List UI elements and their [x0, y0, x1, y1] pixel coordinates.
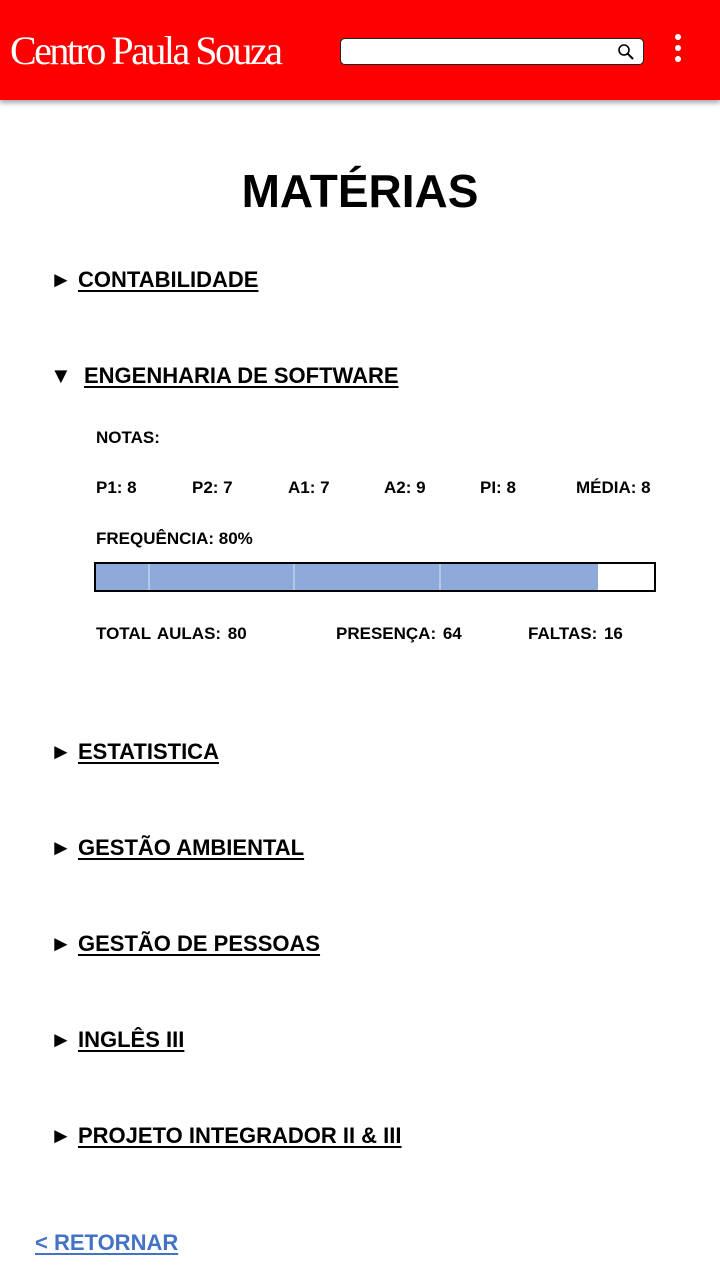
collapse-arrow-icon: ▼ — [50, 363, 72, 388]
subject-ingles-iii[interactable]: ► INGLÊS III — [50, 1023, 184, 1057]
more-vertical-icon[interactable] — [670, 34, 686, 64]
expand-arrow-icon: ► — [50, 267, 72, 292]
expand-arrow-icon: ► — [50, 931, 72, 956]
subject-label[interactable]: CONTABILIDADE — [78, 267, 258, 293]
subject-gestao-de-pessoas[interactable]: ► GESTÃO DE PESSOAS — [50, 927, 320, 961]
subject-projeto-integrador[interactable]: ► PROJETO INTEGRADOR II & III — [50, 1119, 402, 1153]
app-header: Centro Paula Souza — [0, 0, 720, 100]
grade-media: MÉDIA: 8 — [576, 478, 651, 497]
expand-arrow-icon: ► — [50, 835, 72, 860]
expand-arrow-icon: ► — [50, 739, 72, 764]
grade-p2: P2: 7 — [192, 478, 233, 497]
grade-a2: A2: 9 — [384, 478, 426, 497]
subject-label[interactable]: ESTATISTICA — [78, 739, 219, 765]
subject-engenharia-de-software[interactable]: ▼ ENGENHARIA DE SOFTWARE — [50, 359, 399, 393]
subject-label[interactable]: ENGENHARIA DE SOFTWARE — [84, 363, 399, 389]
search-box[interactable] — [340, 38, 644, 65]
search-icon[interactable] — [617, 43, 635, 61]
grade-p1: P1: 8 — [96, 478, 137, 497]
subject-label[interactable]: PROJETO INTEGRADOR II & III — [78, 1123, 402, 1149]
grade-a1: A1: 7 — [288, 478, 330, 497]
notas-label: NOTAS: — [96, 428, 160, 447]
page-title: MATÉRIAS — [241, 165, 479, 217]
faltas: FALTAS: 16 — [528, 624, 623, 643]
presenca: PRESENÇA: 64 — [336, 624, 462, 643]
subject-label[interactable]: GESTÃO DE PESSOAS — [78, 931, 320, 957]
subject-contabilidade[interactable]: ► CONTABILIDADE — [50, 263, 258, 297]
progress-fill — [96, 564, 599, 590]
retornar-link[interactable]: < RETORNAR — [35, 1230, 178, 1256]
expand-arrow-icon: ► — [50, 1123, 72, 1148]
total-aulas: TOTAL AULAS: 80 — [96, 624, 247, 643]
subject-label[interactable]: INGLÊS III — [78, 1027, 184, 1053]
expand-arrow-icon: ► — [50, 1027, 72, 1052]
subject-gestao-ambiental[interactable]: ► GESTÃO AMBIENTAL — [50, 831, 304, 865]
search-input[interactable] — [347, 41, 613, 64]
subject-estatistica[interactable]: ► ESTATISTICA — [50, 735, 219, 769]
subject-label[interactable]: GESTÃO AMBIENTAL — [78, 835, 304, 861]
frequencia-label: FREQUÊNCIA: 80% — [96, 529, 253, 548]
frequencia-progress-bar — [94, 562, 656, 592]
grade-pi: PI: 8 — [480, 478, 516, 497]
brand-logo: Centro Paula Souza — [10, 28, 283, 73]
